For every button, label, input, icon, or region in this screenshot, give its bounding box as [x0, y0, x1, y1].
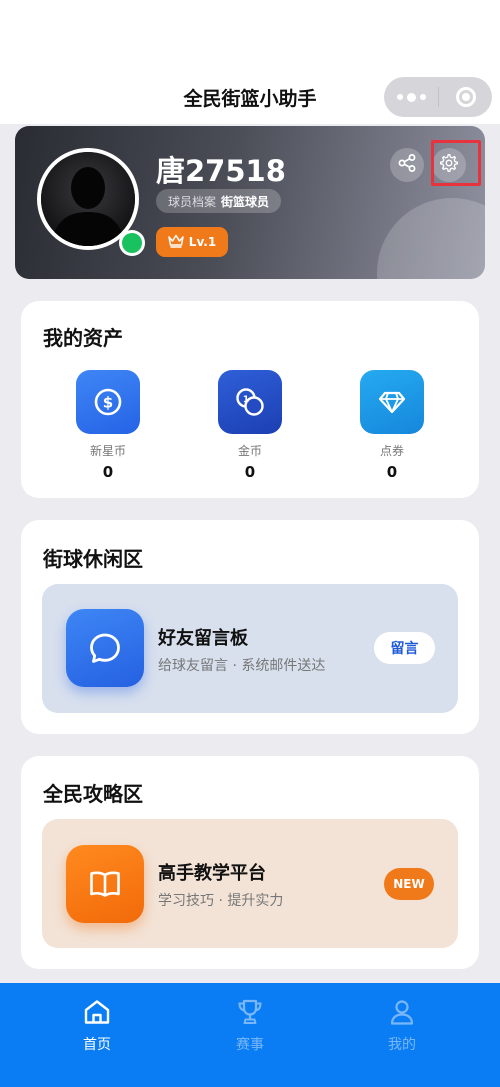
teaching-platform-subtitle: 学习技巧 · 提升实力 [158, 893, 284, 909]
tab-events[interactable]: 赛事 [210, 999, 290, 1054]
diamond-icon [360, 370, 424, 434]
user-icon [388, 999, 416, 1029]
tab-home[interactable]: 首页 [57, 999, 137, 1054]
asset-value: 0 [102, 463, 114, 481]
dollar-coin-icon: $ [76, 370, 140, 434]
level-badge: Lv.1 [156, 227, 228, 257]
chat-bubble-icon [66, 609, 144, 687]
tab-mine[interactable]: 我的 [362, 999, 442, 1054]
share-button[interactable] [390, 148, 424, 182]
assets-title: 我的资产 [43, 326, 123, 350]
asset-name: 金币 [237, 444, 262, 458]
expert-teaching-platform[interactable]: 高手教学平台 学习技巧 · 提升实力 NEW [42, 819, 458, 948]
share-icon [397, 153, 417, 177]
close-target-icon[interactable] [439, 87, 492, 107]
tab-events-label: 赛事 [236, 1037, 264, 1053]
home-icon [83, 999, 111, 1029]
asset-jinbi[interactable]: 1 金币 0 [218, 370, 282, 481]
book-icon [66, 845, 144, 923]
level-text: Lv.1 [188, 235, 217, 249]
svg-text:$: $ [103, 394, 113, 412]
assets-card: 我的资产 $ 新星币 0 1 金币 0 点券 0 [21, 301, 479, 498]
strategy-card: 全民攻略区 高手教学平台 学习技巧 · 提升实力 NEW [21, 756, 479, 969]
profile-card: 唐27518 球员档案 街篮球员 Lv.1 [15, 126, 485, 279]
strategy-title: 全民攻略区 [43, 782, 143, 806]
coins-icon: 1 [218, 370, 282, 434]
message-board-subtitle: 给球友留言 · 系统邮件送达 [158, 658, 326, 674]
message-board-title: 好友留言板 [158, 628, 248, 649]
tab-mine-label: 我的 [388, 1037, 416, 1053]
leisure-title: 街球休闲区 [43, 547, 143, 571]
crown-icon [168, 234, 184, 251]
teaching-platform-title: 高手教学平台 [158, 863, 266, 884]
asset-value: 0 [386, 463, 398, 481]
decorative-circle [377, 198, 485, 279]
new-badge: NEW [384, 868, 434, 900]
more-menu-icon[interactable] [384, 92, 438, 102]
asset-value: 0 [244, 463, 256, 481]
tab-home-label: 首页 [83, 1037, 111, 1053]
bottom-tab-bar: 首页 赛事 我的 [0, 983, 500, 1087]
asset-dianquan[interactable]: 点券 0 [360, 370, 424, 481]
asset-name: 点券 [379, 444, 404, 458]
asset-name: 新星币 [89, 444, 126, 458]
mini-program-capsule [384, 77, 492, 117]
trophy-icon [236, 999, 264, 1029]
settings-highlight-box [431, 140, 481, 186]
leisure-card: 街球休闲区 好友留言板 给球友留言 · 系统邮件送达 留言 [21, 520, 479, 734]
friend-message-board[interactable]: 好友留言板 给球友留言 · 系统邮件送达 留言 [42, 584, 458, 713]
player-archive-tag[interactable]: 球员档案 街篮球员 [156, 189, 282, 213]
svg-text:1: 1 [243, 395, 249, 405]
username: 唐27518 [156, 154, 286, 188]
top-navigation-bar: 全民街篮小助手 [0, 0, 500, 124]
online-status-dot [119, 230, 145, 256]
asset-xinxingbi[interactable]: $ 新星币 0 [76, 370, 140, 481]
archive-value: 街篮球员 [221, 194, 270, 209]
archive-label: 球员档案 [168, 194, 217, 209]
leave-message-button[interactable]: 留言 [374, 632, 435, 664]
